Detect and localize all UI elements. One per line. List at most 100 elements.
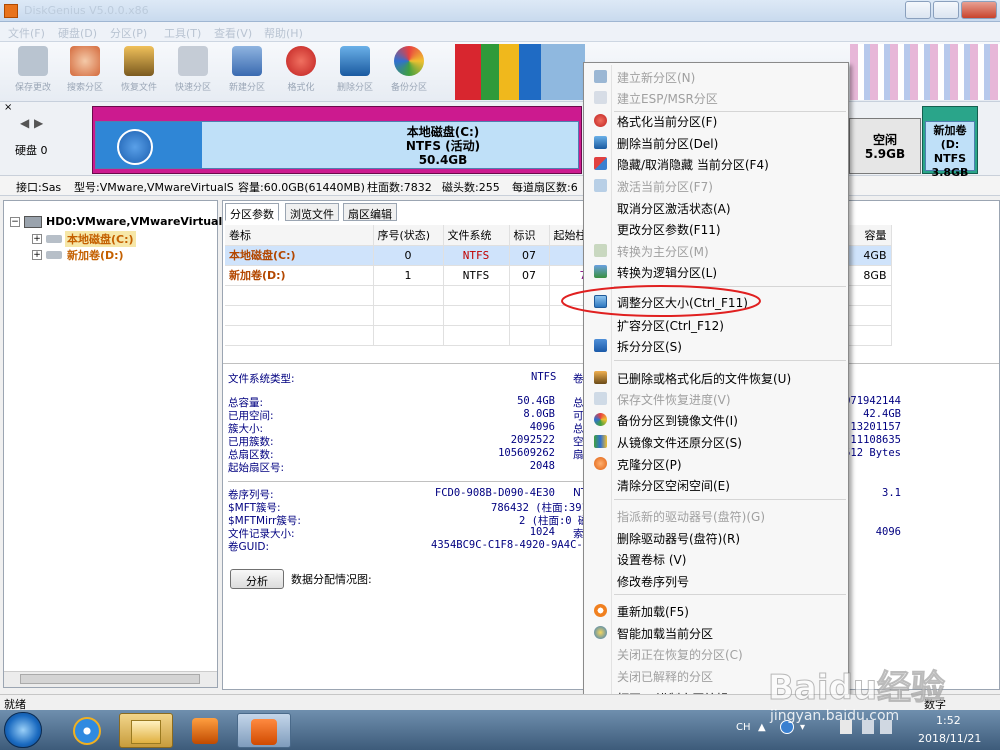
menu-item-set-label[interactable]: 设置卷标 (V) <box>586 548 846 569</box>
menu-item-delete[interactable]: 删除当前分区(Del) <box>586 132 846 153</box>
disk-capacity: 容量:60.0GB(61440MB) <box>238 181 365 194</box>
delete-partition-button[interactable]: 删除分区 <box>336 46 374 98</box>
quick-partition-button[interactable]: 快速分区 <box>174 46 212 98</box>
new-partition-button[interactable]: 新建分区 <box>228 46 266 98</box>
menu-item-esp-msr[interactable]: 建立ESP/MSR分区 <box>586 87 846 108</box>
delete-icon <box>340 46 370 76</box>
partition-d-block[interactable]: 新加卷(D: NTFS 3.8GB <box>922 106 978 179</box>
col-fs[interactable]: 文件系统 <box>443 225 510 246</box>
clock-date[interactable]: 2018/11/21 <box>918 732 981 745</box>
minimize-button[interactable] <box>905 1 931 19</box>
free-space-block[interactable]: 空闲 5.9GB <box>849 118 921 174</box>
save-button[interactable]: 保存更改 <box>14 46 52 98</box>
recover-icon <box>594 371 607 384</box>
menu-item-change-serial[interactable]: 修改卷序列号 <box>586 570 846 591</box>
menu-view[interactable]: 查看(V) <box>214 25 252 41</box>
row-label: 新加卷(D:) <box>225 265 374 286</box>
start-button[interactable] <box>4 712 42 748</box>
disk-sectors: 每道扇区数:6 <box>512 181 578 194</box>
menu-item-activate[interactable]: 激活当前分区(F7) <box>586 175 846 196</box>
tab-sector-edit[interactable]: 扇区编辑 <box>343 203 397 221</box>
menu-item-split[interactable]: 拆分分区(S) <box>586 335 846 356</box>
menu-item-save-progress[interactable]: 保存文件恢复进度(V) <box>586 388 846 409</box>
menu-item-change-params[interactable]: 更改分区参数(F11) <box>586 218 846 239</box>
menu-item-smart-load[interactable]: 智能加载当前分区 <box>586 622 846 643</box>
recover-files-button[interactable]: 恢复文件 <box>120 46 158 98</box>
tab-browse-files[interactable]: 浏览文件 <box>285 203 339 221</box>
tree-item-c[interactable]: 本地磁盘(C:) <box>65 231 136 247</box>
explorer-taskbar-button[interactable] <box>119 713 173 748</box>
media-player-icon <box>192 718 218 744</box>
menu-item-file-recovery[interactable]: 已删除或格式化后的文件恢复(U) <box>586 367 846 388</box>
horizontal-scrollbar[interactable] <box>4 671 217 687</box>
menu-item-to-logical[interactable]: 转换为逻辑分区(L) <box>586 261 846 282</box>
media-player-taskbar-button[interactable] <box>178 713 232 748</box>
menu-item-clone[interactable]: 克隆分区(P) <box>586 453 846 474</box>
close-pane-icon[interactable]: × <box>4 102 12 113</box>
disk-cylinders: 柱面数:7832 <box>367 181 432 194</box>
quick-partition-icon <box>178 46 208 76</box>
col-index[interactable]: 序号(状态) <box>373 225 444 246</box>
menu-item-deactivate[interactable]: 取消分区激活状态(A) <box>586 197 846 218</box>
menu-item-close-recovering[interactable]: 关闭正在恢复的分区(C) <box>586 643 846 664</box>
backup-partition-button[interactable]: 备份分区 <box>390 46 428 98</box>
menu-help[interactable]: 帮助(H) <box>264 25 303 41</box>
menu-disk[interactable]: 硬盘(D) <box>58 25 97 41</box>
restore-icon <box>594 435 607 448</box>
menu-partition[interactable]: 分区(P) <box>110 25 147 41</box>
menu-item-backup-image[interactable]: 备份分区到镜像文件(I) <box>586 409 846 430</box>
new-partition-icon <box>232 46 262 76</box>
collapse-icon[interactable]: − <box>10 217 20 227</box>
esp-icon <box>594 91 607 104</box>
menu-item-assign-letter[interactable]: 指派新的驱动器号(盘符)(G) <box>586 505 846 526</box>
menu-item-remove-letter[interactable]: 删除驱动器号(盘符)(R) <box>586 527 846 548</box>
free-space-name: 空闲 <box>872 133 897 147</box>
partition-c-block[interactable]: 本地磁盘(C:) NTFS (活动) 50.4GB <box>92 106 582 174</box>
menu-item-restore-image[interactable]: 从镜像文件还原分区(S) <box>586 431 846 452</box>
disk-info-bar: 接口:Sas 型号:VMware,VMwareVirtualS 容量:60.0G… <box>0 176 1000 196</box>
disk-model: 型号:VMware,VMwareVirtualS <box>74 181 234 194</box>
menu-file[interactable]: 文件(F) <box>8 25 45 41</box>
ie-taskbar-button[interactable] <box>60 713 114 748</box>
menu-item-new-partition[interactable]: 建立新分区(N) <box>586 66 846 87</box>
folder-icon <box>131 720 161 744</box>
scroll-thumb[interactable] <box>20 674 200 684</box>
expand-icon[interactable]: + <box>32 234 42 244</box>
col-label[interactable]: 卷标 <box>225 225 374 246</box>
tree-root[interactable]: HD0:VMware,VMwareVirtualS <box>46 215 230 228</box>
col-id[interactable]: 标识 <box>509 225 550 246</box>
disk-tree: − HD0:VMware,VMwareVirtualS + 本地磁盘(C:) +… <box>3 200 230 688</box>
menu-item-hide[interactable]: 隐藏/取消隐藏 当前分区(F4) <box>586 153 846 174</box>
search-partition-button[interactable]: 搜索分区 <box>66 46 104 98</box>
tree-item-d[interactable]: 新加卷(D:) <box>67 247 124 263</box>
highlight-ellipse <box>561 285 761 317</box>
delete-icon <box>594 136 607 149</box>
format-button[interactable]: 格式化 <box>282 46 320 98</box>
expand-icon[interactable]: + <box>32 250 42 260</box>
diskgenius-taskbar-button[interactable] <box>237 713 291 748</box>
input-language[interactable]: CH <box>736 722 751 733</box>
menu-item-wipe-free[interactable]: 清除分区空闲空间(E) <box>586 474 846 495</box>
menu-item-reload[interactable]: 重新加载(F5) <box>586 600 846 621</box>
partition-c-name: 本地磁盘(C:) <box>406 125 480 139</box>
clock-time[interactable]: 1:52 <box>936 714 961 727</box>
analyze-button[interactable]: 分析 <box>230 569 284 589</box>
nav-right-icon[interactable]: ▶ <box>34 116 43 130</box>
disk-label: 硬盘 0 <box>15 144 48 157</box>
split-icon <box>594 339 607 352</box>
hard-disk-icon <box>24 216 42 228</box>
tab-partition-params[interactable]: 分区参数 <box>225 203 279 221</box>
partition-icon <box>46 235 62 243</box>
menu-item-format[interactable]: 格式化当前分区(F) <box>586 110 846 131</box>
allocation-map-label: 数据分配情况图: <box>291 573 372 586</box>
tray-chevron-icon[interactable]: ▲ <box>758 722 766 733</box>
save-progress-icon <box>594 392 607 405</box>
nav-left-icon[interactable]: ◀ <box>20 116 29 130</box>
menu-item-to-primary[interactable]: 转换为主分区(M) <box>586 240 846 261</box>
menu-item-close-interpreted[interactable]: 关闭已解释的分区 <box>586 665 846 686</box>
close-button[interactable] <box>961 1 997 19</box>
maximize-button[interactable] <box>933 1 959 19</box>
menu-tools[interactable]: 工具(T) <box>164 25 201 41</box>
partition-d-fs: NTFS <box>933 152 967 165</box>
window-title: DiskGenius V5.0.0.x86 <box>24 4 149 17</box>
